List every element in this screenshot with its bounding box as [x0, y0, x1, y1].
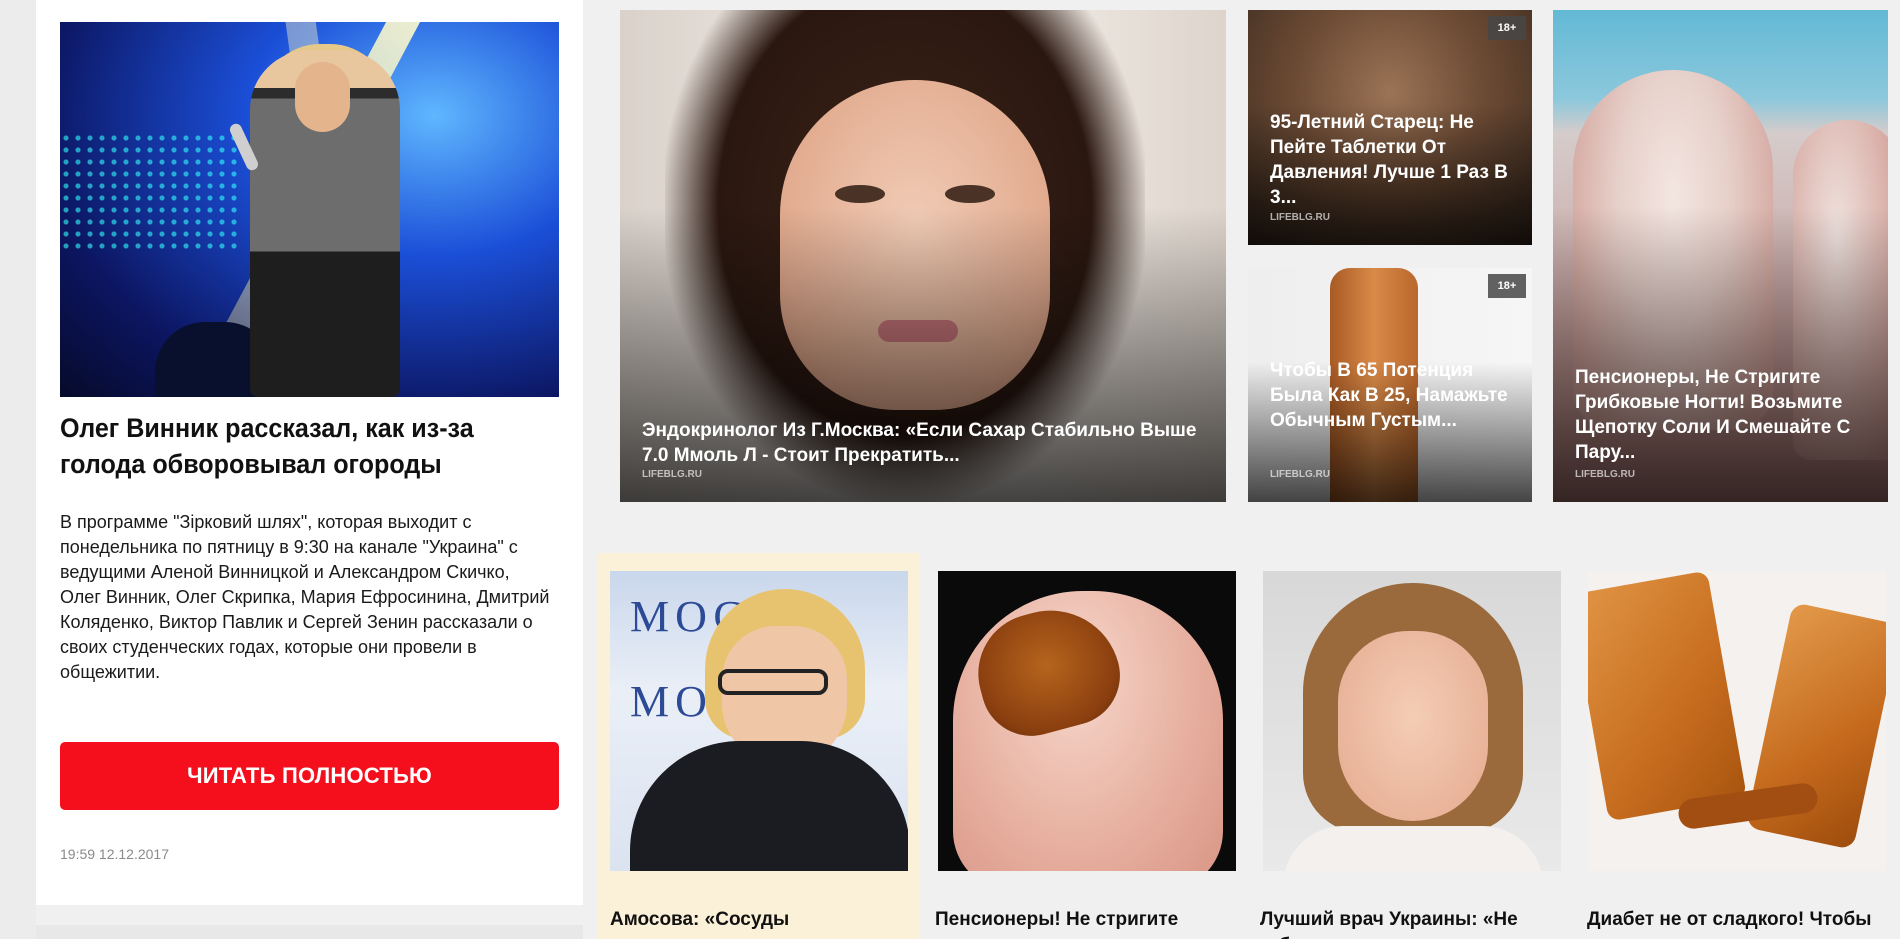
photo-body: [1283, 826, 1543, 871]
teaser-card[interactable]: Лучший врач Украины: «Не губите: [1248, 553, 1569, 939]
card-title[interactable]: Амосова: «Сосуды прочистятся: [610, 907, 911, 939]
card-title[interactable]: Диабет не от сладкого! Чтобы: [1587, 907, 1888, 933]
singer-face: [295, 62, 350, 132]
glasses-icon: [718, 669, 828, 695]
card-image: [1263, 571, 1561, 871]
tile-title[interactable]: 95-Летний Старец: Не Пейте Таблетки От Д…: [1270, 110, 1514, 210]
teaser-tile[interactable]: 18+ 95-Летний Старец: Не Пейте Таблетки …: [1248, 10, 1532, 245]
tile-source: LIFEBLG.RU: [1270, 469, 1330, 480]
photo-body: [630, 741, 908, 871]
card-image: [1588, 571, 1886, 871]
tile-source: LIFEBLG.RU: [642, 469, 702, 480]
stage-led-grid: [60, 132, 240, 252]
card-image: [938, 571, 1236, 871]
teaser-tile[interactable]: 18+ Чтобы В 65 Потенция Была Как В 25, Н…: [1248, 268, 1532, 502]
article-text: В программе "Зірковий шлях", которая вых…: [60, 512, 550, 682]
tile-photo-eye: [835, 185, 885, 203]
teaser-tile[interactable]: Пенсионеры, Не Стригите Грибковые Ногти!…: [1553, 10, 1888, 502]
age-rating-badge: 18+: [1488, 16, 1526, 40]
photo-caramel: [1588, 571, 1747, 822]
tile-title[interactable]: Эндокринолог Из Г.Москва: «Если Сахар Ст…: [642, 418, 1208, 468]
tile-source: LIFEBLG.RU: [1575, 469, 1635, 480]
card-title[interactable]: Лучший врач Украины: «Не губите: [1260, 907, 1561, 939]
teaser-card[interactable]: Пенсионеры! Не стригите: [923, 553, 1244, 939]
article-timestamp: 19:59 12.12.2017: [60, 846, 169, 862]
tile-source: LIFEBLG.RU: [1270, 212, 1330, 223]
tile-title[interactable]: Пенсионеры, Не Стригите Грибковые Ногти!…: [1575, 365, 1870, 465]
photo-face: [1338, 631, 1488, 821]
teaser-card[interactable]: Диабет не от сладкого! Чтобы: [1575, 553, 1896, 939]
card-image: МОС МОС: [610, 571, 908, 871]
read-full-button[interactable]: ЧИТАТЬ ПОЛНОСТЬЮ: [60, 742, 559, 810]
article-image[interactable]: [60, 22, 559, 397]
age-rating-badge: 18+: [1488, 274, 1526, 298]
left-gutter: [0, 0, 36, 939]
teaser-card[interactable]: МОС МОС Амосова: «Сосуды прочистятся: [598, 553, 919, 939]
tile-title[interactable]: Чтобы В 65 Потенция Была Как В 25, Намаж…: [1270, 358, 1514, 433]
card-title[interactable]: Пенсионеры! Не стригите: [935, 907, 1236, 933]
teaser-tile[interactable]: Эндокринолог Из Г.Москва: «Если Сахар Ст…: [620, 10, 1226, 502]
tile-photo-eye: [945, 185, 995, 203]
article-title[interactable]: Олег Винник рассказал, как из-за голода …: [60, 410, 516, 482]
card-bottom-strip: [36, 925, 583, 939]
